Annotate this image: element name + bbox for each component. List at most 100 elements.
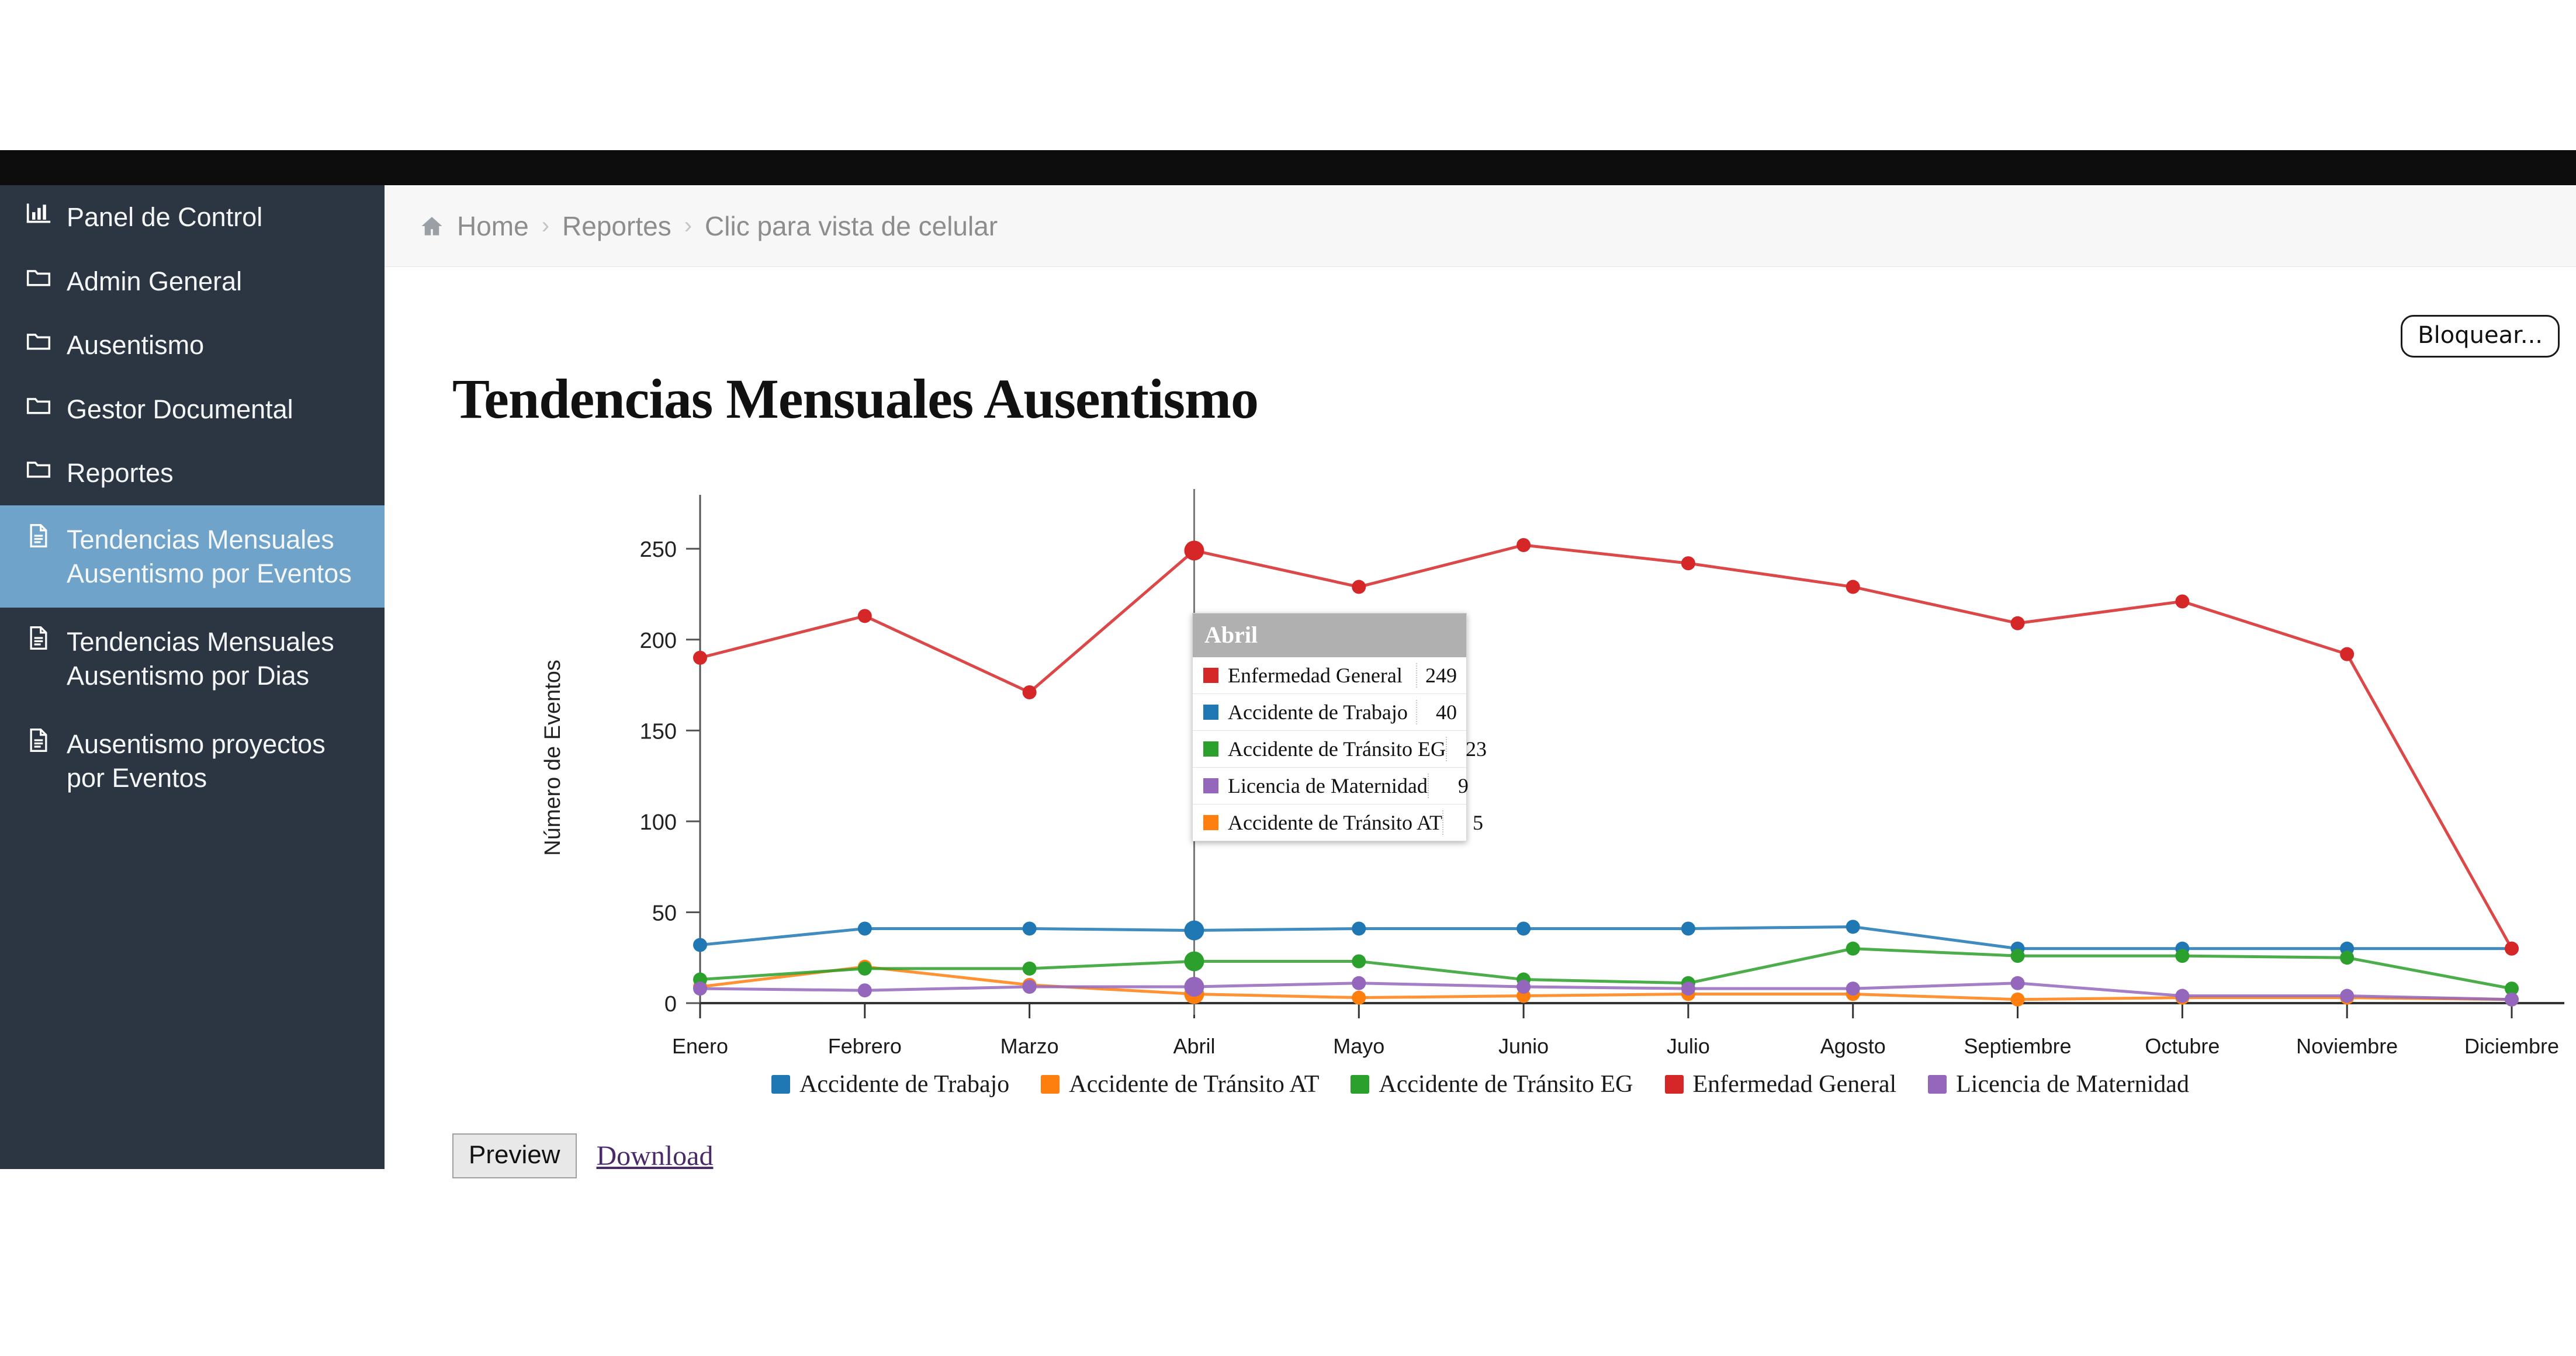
data-point[interactable] <box>1516 921 1531 936</box>
bloquear-button[interactable]: Bloquear... <box>2401 315 2560 358</box>
data-point[interactable] <box>1184 920 1204 941</box>
data-point[interactable] <box>1352 976 1366 990</box>
x-axis-tick-label: Diciembre <box>2464 1034 2559 1058</box>
tooltip-row: Accidente de Tránsito EG 23 <box>1193 730 1487 767</box>
data-point[interactable] <box>857 921 872 936</box>
preview-button[interactable]: Preview <box>452 1133 577 1178</box>
data-point[interactable] <box>1022 961 1037 976</box>
data-point[interactable] <box>2340 951 2355 965</box>
tooltip-swatch <box>1203 668 1218 683</box>
home-icon <box>420 214 444 238</box>
breadcrumb-item-current[interactable]: Clic para vista de celular <box>705 210 998 242</box>
top-header-bar <box>0 150 2576 185</box>
sidebar-item-reportes[interactable]: Reportes <box>0 441 385 505</box>
sidebar-item-tendencias-mensuales-ausentismo-por-eventos[interactable]: Tendencias Mensuales Ausentismo por Even… <box>0 505 385 608</box>
legend-item[interactable]: Accidente de Trabajo <box>771 1070 1009 1098</box>
tooltip-title: Abril <box>1193 613 1466 657</box>
data-point[interactable] <box>1846 920 1860 934</box>
data-point[interactable] <box>1352 954 1366 969</box>
data-point[interactable] <box>693 650 707 665</box>
data-point[interactable] <box>1352 990 1366 1005</box>
data-point[interactable] <box>2010 949 2025 963</box>
data-point[interactable] <box>1846 982 1860 996</box>
data-point[interactable] <box>2340 989 2355 1003</box>
sidebar-item-label: Tendencias Mensuales Ausentismo por Even… <box>67 524 352 588</box>
data-point[interactable] <box>1846 580 1860 594</box>
legend-item[interactable]: Accidente de Tránsito EG <box>1351 1070 1633 1098</box>
breadcrumb-separator: › <box>684 213 693 238</box>
tooltip-series-label: Enfermedad General <box>1228 664 1403 687</box>
data-point[interactable] <box>693 938 707 952</box>
y-axis-tick-label: 250 <box>640 537 677 562</box>
legend-item[interactable]: Enfermedad General <box>1664 1070 1897 1098</box>
data-point[interactable] <box>1681 556 1695 571</box>
sidebar-item-gestor-documental[interactable]: Gestor Documental <box>0 377 385 442</box>
sidebar-item-panel-de-control[interactable]: Panel de Control <box>0 185 385 249</box>
data-point[interactable] <box>2010 616 2025 630</box>
data-point[interactable] <box>1184 540 1204 561</box>
legend-swatch <box>1041 1075 1060 1094</box>
data-point[interactable] <box>2010 976 2025 990</box>
sidebar-item-label: Reportes <box>67 458 174 488</box>
x-axis-tick-label: Marzo <box>1000 1034 1059 1058</box>
data-point[interactable] <box>2175 594 2190 609</box>
data-point[interactable] <box>1681 921 1695 936</box>
bar-chart-icon <box>26 200 54 226</box>
sidebar-item-admin-general[interactable]: Admin General <box>0 249 385 314</box>
document-icon <box>26 625 54 651</box>
data-point[interactable] <box>1022 921 1037 936</box>
download-link[interactable]: Download <box>597 1140 714 1172</box>
legend-label: Enfermedad General <box>1692 1071 1897 1098</box>
data-point[interactable] <box>2340 647 2355 661</box>
data-point[interactable] <box>2505 992 2519 1007</box>
chart-legend: Accidente de Trabajo Accidente de Tránsit… <box>385 1070 2576 1098</box>
data-point[interactable] <box>1352 580 1366 594</box>
tooltip-series-label: Accidente de Tránsito EG <box>1228 737 1446 761</box>
sidebar-item-ausentismo-proyectos-por-eventos[interactable]: Ausentismo proyectos por Eventos <box>0 710 385 812</box>
legend-item[interactable]: Accidente de Tránsito AT <box>1041 1070 1319 1098</box>
data-point[interactable] <box>2175 949 2190 963</box>
legend-item[interactable]: Licencia de Maternidad <box>1928 1070 2189 1098</box>
tooltip-series-value: 5 <box>1442 810 1493 835</box>
tooltip-swatch <box>1203 815 1218 830</box>
data-point[interactable] <box>1184 977 1204 997</box>
sidebar-item-label: Panel de Control <box>67 202 263 232</box>
series-line <box>700 925 2512 951</box>
data-point[interactable] <box>1516 538 1531 552</box>
legend-swatch <box>1351 1075 1370 1094</box>
y-axis-tick-label: 50 <box>652 901 677 925</box>
data-point[interactable] <box>1681 982 1695 996</box>
data-point[interactable] <box>857 961 872 976</box>
legend-label: Accidente de Tránsito EG <box>1379 1071 1633 1098</box>
tooltip-row: Accidente de Tránsito AT 5 <box>1193 804 1483 841</box>
sidebar-item-label: Gestor Documental <box>67 394 293 424</box>
data-point[interactable] <box>1022 980 1037 994</box>
legend-swatch <box>1664 1075 1684 1094</box>
tooltip-series-label: Accidente de Trabajo <box>1228 700 1408 724</box>
data-point[interactable] <box>693 982 707 996</box>
tooltip-swatch <box>1203 741 1218 757</box>
sidebar-item-ausentismo[interactable]: Ausentismo <box>0 313 385 377</box>
tooltip-row: Licencia de Maternidad 9 <box>1193 767 1469 804</box>
page-title: Tendencias Mensuales Ausentismo <box>452 367 1259 430</box>
tooltip-row: Accidente de Trabajo 40 <box>1193 693 1466 730</box>
data-point[interactable] <box>1184 951 1204 972</box>
data-point[interactable] <box>2175 989 2190 1003</box>
breadcrumb-item-reportes[interactable]: Reportes <box>562 210 671 242</box>
data-point[interactable] <box>1516 980 1531 994</box>
data-point[interactable] <box>1352 921 1366 936</box>
legend-label: Licencia de Maternidad <box>1956 1071 2189 1098</box>
x-axis-tick-label: Noviembre <box>2296 1034 2398 1058</box>
data-point[interactable] <box>1846 941 1860 956</box>
x-axis-tick-label: Octubre <box>2145 1034 2220 1058</box>
data-point[interactable] <box>2010 992 2025 1007</box>
tooltip-series-label: Licencia de Maternidad <box>1228 774 1428 797</box>
tooltip-swatch <box>1203 705 1218 720</box>
data-point[interactable] <box>2505 941 2519 956</box>
sidebar-item-tendencias-mensuales-ausentismo-por-dias[interactable]: Tendencias Mensuales Ausentismo por Dias <box>0 608 385 710</box>
data-point[interactable] <box>1022 685 1037 699</box>
x-axis-tick-label: Septiembre <box>1964 1034 2071 1058</box>
data-point[interactable] <box>857 983 872 998</box>
breadcrumb-item-home[interactable]: Home <box>457 210 529 242</box>
data-point[interactable] <box>857 609 872 623</box>
